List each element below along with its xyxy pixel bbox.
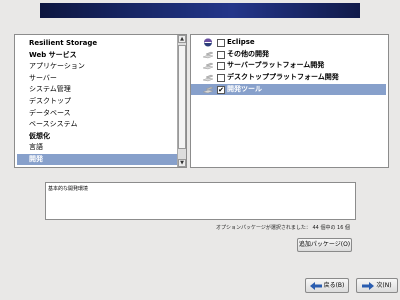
back-arrow-icon [309,281,322,290]
package-icon [202,74,214,82]
back-button[interactable]: 戻る(B) [305,278,349,293]
package-group-row[interactable]: デスクトッププラットフォーム開発 [191,72,386,83]
category-scrollbar[interactable]: ▲ ▼ [177,35,186,167]
category-item[interactable]: デスクトップ [17,96,177,107]
category-item[interactable]: ベースシステム [17,119,177,130]
package-group-checkbox[interactable] [217,50,225,59]
next-arrow-icon [362,281,375,290]
package-group-checkbox[interactable]: ✔ [217,85,225,94]
selection-status: オプションパッケージが選択されました： 44 個中の 16 個 [216,225,350,231]
package-group-label: Eclipse [227,38,255,46]
package-group-label: 開発ツール [227,84,262,93]
category-item[interactable]: システム管理 [17,84,177,95]
scroll-down-icon[interactable]: ▼ [178,159,186,167]
category-item[interactable]: サーバー [17,73,177,84]
package-group-label: サーバープラットフォーム開発 [227,61,325,70]
scroll-thumb[interactable] [178,45,186,149]
package-icon [202,86,214,94]
next-button[interactable]: 次(N) [356,278,398,293]
package-group-row[interactable]: ✔ 開発ツール [191,83,386,95]
category-item[interactable]: Resilient Storage [17,38,177,49]
package-icon [202,63,214,70]
category-item[interactable]: データベース [17,108,177,119]
back-label: 戻る(B) [323,282,345,289]
category-list[interactable]: Resilient Storage Web サービス アプリケーション サーバー システ… [14,34,187,168]
add-package-button[interactable]: 追加パッケージ(O) [297,238,352,252]
header-banner [40,3,360,18]
package-group-checkbox[interactable] [217,62,225,71]
description-text: 基本的な開発環境 [48,186,89,192]
next-label: 次(N) [376,282,392,289]
category-item[interactable]: Web サービス [17,50,177,61]
package-group-row[interactable]: サーバープラットフォーム開発 [191,60,386,71]
package-group-row[interactable]: その他の開発 [191,49,386,60]
package-group-label: デスクトッププラットフォーム開発 [227,73,339,82]
package-group-checkbox[interactable] [217,39,225,47]
category-item[interactable]: 仮想化 [17,131,177,142]
add-package-label: 追加パッケージ(O) [298,241,351,248]
package-icon [202,51,214,58]
package-group-checkbox[interactable] [217,74,225,83]
package-group-label: その他の開発 [227,49,269,58]
package-group-list[interactable]: Eclipse その他の開発サーバープラットフォーム開発デスクトッププラットフォー… [190,34,389,168]
package-group-row[interactable]: Eclipse [191,37,386,48]
description-box: 基本的な開発環境 [45,182,356,220]
category-item[interactable]: 開発 [17,154,177,165]
eclipse-icon [204,38,212,47]
category-item[interactable]: 言語 [17,142,177,153]
category-item[interactable]: アプリケーション [17,61,177,72]
scroll-up-icon[interactable]: ▲ [178,35,186,43]
